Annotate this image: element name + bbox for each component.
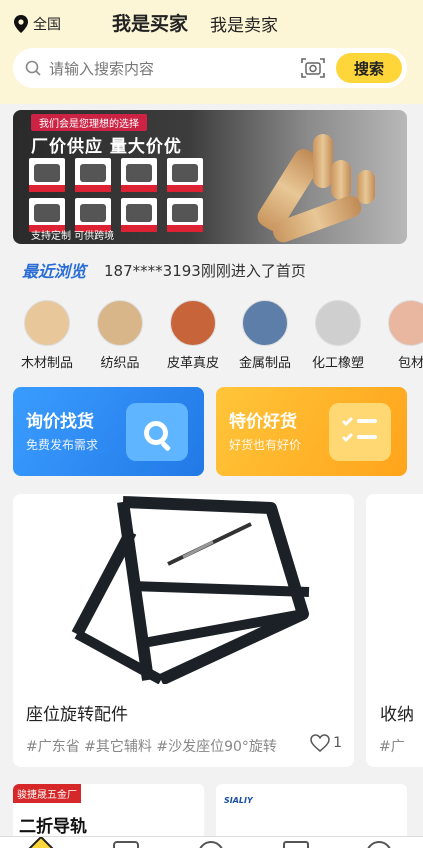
like-button[interactable]: 1	[310, 734, 342, 752]
furniture-leg-image	[331, 160, 351, 200]
wood-icon	[24, 300, 70, 346]
banner-product-grid	[29, 158, 203, 232]
furniture-leg-image	[357, 170, 375, 204]
tab-buyer[interactable]: 我是买家	[112, 9, 188, 36]
search-icon	[25, 60, 41, 76]
inquiry-subtitle: 免费发布需求	[26, 438, 99, 452]
deal-subtitle: 好货也有好价	[229, 438, 302, 452]
product-name: 座位旋转配件	[26, 705, 128, 725]
heart-icon	[310, 734, 330, 752]
leather-icon	[170, 300, 216, 346]
category-item[interactable]: 皮革真皮	[158, 300, 228, 371]
promo-banner[interactable]: 我们会是您理想的选择 厂价供应 量大价优 支持定制 可供跨境	[13, 110, 407, 244]
product-image	[13, 494, 354, 684]
recent-browse: 最近浏览 187****3193刚刚进入了首页	[22, 258, 306, 282]
product-name: 收纳	[380, 705, 414, 725]
banner-product-thumb	[121, 198, 157, 232]
profile-icon[interactable]	[366, 841, 392, 848]
banner-product-thumb	[121, 158, 157, 192]
tab-seller[interactable]: 我是卖家	[210, 11, 278, 36]
checklist-icon	[329, 403, 391, 461]
banner-product-thumb	[75, 158, 111, 192]
packaging-icon	[388, 300, 423, 346]
banner-product-thumb	[167, 198, 203, 232]
metal-icon	[242, 300, 288, 346]
category-item[interactable]: 木材制品	[12, 300, 82, 371]
inquiry-card[interactable]: 询价找货 免费发布需求	[13, 387, 204, 476]
product-tags: #广东省 #其它辅料 #沙发座位90°旋转	[26, 739, 277, 755]
product-card[interactable]: 收纳 #广	[366, 494, 423, 767]
location-pin-icon	[14, 15, 28, 33]
location-selector[interactable]: 全国	[13, 14, 61, 34]
deal-title: 特价好货	[229, 412, 297, 432]
banner-headline: 厂价供应 量大价优	[31, 137, 182, 157]
category-item[interactable]: 纺织品	[85, 300, 155, 371]
deal-card[interactable]: 特价好货 好货也有好价	[216, 387, 407, 476]
category-row: 木材制品 纺织品 皮革真皮 金属制品 化工橡塑 包材	[0, 300, 423, 376]
role-tabs: 我是买家 我是卖家	[112, 9, 278, 36]
product-tags: #广	[379, 739, 405, 755]
banner-product-thumb	[167, 158, 203, 192]
textile-icon	[97, 300, 143, 346]
inquiry-title: 询价找货	[26, 412, 94, 432]
bottom-navbar	[0, 836, 423, 848]
product-headline: 二折导轨	[19, 817, 87, 837]
category-icon[interactable]	[113, 841, 139, 848]
top-header: 全国 我是买家 我是卖家 请输入搜索内容 搜索	[0, 0, 423, 104]
search-input[interactable]: 请输入搜索内容	[49, 58, 300, 79]
search-bar: 请输入搜索内容 搜索	[13, 48, 407, 88]
banner-support-text: 支持定制 可供跨境	[31, 231, 115, 242]
recent-browse-title: 最近浏览	[22, 262, 87, 281]
like-count: 1	[333, 735, 342, 751]
cart-icon[interactable]	[283, 841, 309, 848]
brand-logo: SIALIY	[224, 796, 253, 805]
message-icon[interactable]	[198, 841, 224, 848]
furniture-leg-image	[313, 134, 333, 188]
category-item[interactable]: 金属制品	[230, 300, 300, 371]
category-item[interactable]: 包材	[376, 300, 423, 371]
recent-browse-message: 187****3193刚刚进入了首页	[104, 261, 306, 280]
banner-product-thumb	[29, 158, 65, 192]
banner-tagline: 我们会是您理想的选择	[31, 114, 147, 131]
category-item[interactable]: 化工橡塑	[303, 300, 373, 371]
search-magnifier-icon	[126, 403, 188, 461]
plastic-icon	[315, 300, 361, 346]
search-button[interactable]: 搜索	[336, 53, 402, 83]
home-icon[interactable]	[22, 837, 60, 848]
shop-badge: 骏捷晟五金厂	[13, 784, 81, 803]
product-card[interactable]: 座位旋转配件 #广东省 #其它辅料 #沙发座位90°旋转 1	[13, 494, 354, 767]
location-label: 全国	[33, 17, 61, 33]
camera-search-icon[interactable]	[300, 56, 326, 80]
